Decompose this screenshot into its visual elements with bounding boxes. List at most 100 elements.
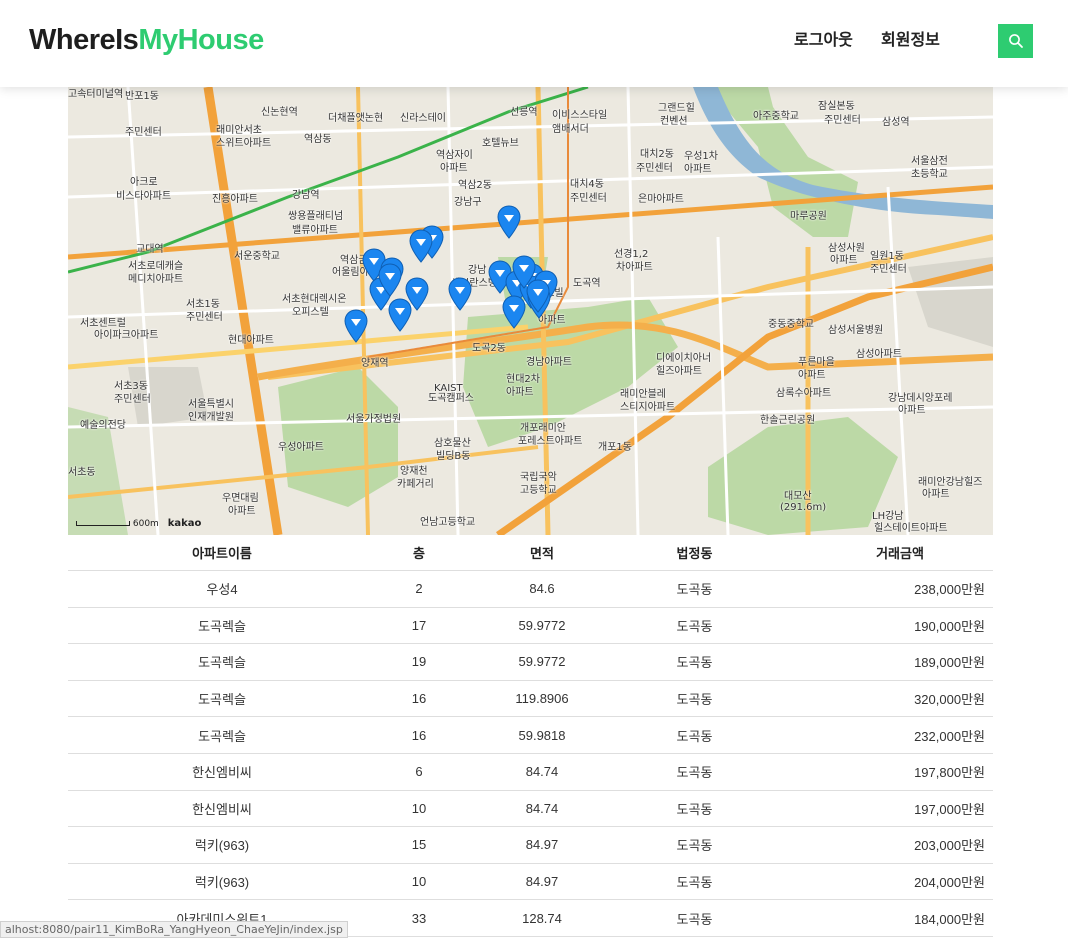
map-marker-pin-icon[interactable]	[344, 309, 368, 343]
map-place-label: 삼록수아파트	[776, 388, 832, 399]
cell-price: 238,000만원	[914, 582, 985, 598]
map-marker-pin-icon[interactable]	[388, 298, 412, 332]
map-scale: 600m kakao	[76, 518, 201, 529]
site-header: WhereIsMyHouse 로그아웃 회원정보	[0, 0, 1068, 87]
table-row[interactable]: 우성4 2 84.6 도곡동 238,000만원	[68, 571, 993, 608]
cell-dong: 도곡동	[676, 582, 713, 598]
table-row[interactable]: 럭키(963) 15 84.97 도곡동 203,000만원	[68, 827, 993, 864]
logo-text-dark: WhereIs	[29, 24, 139, 56]
map-marker-pin-icon[interactable]	[497, 205, 521, 239]
site-logo[interactable]: WhereIsMyHouse	[29, 24, 264, 57]
table-row[interactable]: 도곡렉슬 16 119.8906 도곡동 320,000만원	[68, 681, 993, 718]
cell-floor: 15	[411, 837, 427, 853]
table-row[interactable]: 한신엠비씨 6 84.74 도곡동 197,800만원	[68, 754, 993, 791]
cell-apt-name: 럭키(963)	[194, 875, 250, 891]
cell-apt-name: 한신엠비씨	[192, 765, 252, 781]
map-place-label: (291.6m)	[780, 502, 827, 513]
map-place-label: 서운중학교	[234, 251, 280, 262]
cell-price: 197,000만원	[914, 801, 985, 817]
cell-apt-name: 도곡렉슬	[198, 728, 246, 744]
map-place-label: 선경1,2	[614, 249, 649, 260]
map-place-label: 스위트아파트	[216, 138, 272, 149]
map-place-label: 더채플앳논현	[328, 113, 384, 124]
cell-dong: 도곡동	[676, 911, 713, 927]
map-place-label: 앰배서더	[552, 124, 589, 135]
cell-area: 84.6	[529, 581, 555, 597]
map-place-label: 서초현대렉시온	[282, 294, 347, 305]
map-place-label: 포레스트아파트	[518, 436, 583, 447]
map-scale-bar	[76, 521, 130, 526]
map-place-label: 디에이치아너	[656, 353, 712, 364]
map-place-label: 강남구	[454, 197, 482, 208]
table-row[interactable]: 럭키(963) 10 84.97 도곡동 204,000만원	[68, 864, 993, 901]
map-place-label: 아파트	[830, 255, 858, 266]
map-place-label: 주민센터	[570, 193, 607, 204]
cell-price: 203,000만원	[914, 838, 985, 854]
cell-floor: 10	[411, 874, 427, 890]
map-view[interactable]: 고속터미널역 반포1동 주민센터 신논현역 더채플앳논현 신라스테이 선릉역 이비스스타일 앰배…	[68, 87, 993, 535]
search-button[interactable]	[998, 24, 1033, 58]
map-place-label: 주민센터	[125, 127, 162, 138]
map-place-label: 서초3동	[114, 381, 148, 392]
map-place-label: 스티지아파트	[620, 402, 676, 413]
cell-area: 128.74	[522, 910, 562, 926]
map-place-label: 국립국악	[520, 472, 557, 483]
map-place-label: 이비스스타일	[552, 110, 608, 121]
cell-area: 59.9772	[518, 617, 566, 633]
map-place-label: 개포1동	[598, 442, 632, 453]
map-place-label: 역삼자이	[436, 150, 473, 161]
map-place-label: 경남아파트	[526, 357, 572, 368]
map-place-label: 서울특별시	[188, 399, 234, 410]
cell-dong: 도곡동	[676, 728, 713, 744]
map-marker-pin-icon[interactable]	[502, 295, 526, 329]
map-place-label: 대치4동	[570, 179, 604, 190]
map-place-label: 도곡캠퍼스	[428, 393, 474, 404]
cell-dong: 도곡동	[676, 875, 713, 891]
map-place-label: 아파트	[922, 489, 950, 500]
map-place-label: 강남데시앙포레	[888, 393, 953, 404]
map-place-label: 비스타아파트	[116, 191, 172, 202]
map-place-label: 힐스테이트아파트	[874, 523, 948, 534]
cell-apt-name: 럭키(963)	[194, 838, 250, 854]
cell-price: 232,000만원	[914, 728, 985, 744]
map-place-label: 도곡2동	[472, 343, 506, 354]
table-row[interactable]: 도곡렉슬 17 59.9772 도곡동 190,000만원	[68, 608, 993, 645]
map-place-label: 역삼동	[304, 134, 332, 145]
map-marker-pin-icon[interactable]	[448, 277, 472, 311]
map-place-label: 래미안블레	[620, 389, 666, 400]
map-place-label: 서초센트럴	[80, 318, 126, 329]
map-place-label: 진흥아파트	[212, 194, 258, 205]
map-place-label: 강남	[468, 265, 487, 276]
map-place-label: 언남고등학교	[420, 517, 476, 528]
table-row[interactable]: 한신엠비씨 10 84.74 도곡동 197,000만원	[68, 791, 993, 828]
map-place-label: 신논현역	[261, 107, 298, 118]
cell-price: 189,000만원	[914, 655, 985, 671]
map-marker-pin-icon[interactable]	[409, 229, 433, 263]
map-marker-pin-icon[interactable]	[378, 263, 402, 297]
browser-status-url: alhost:8080/pair11_KimBoRa_YangHyeon_Cha…	[0, 921, 348, 938]
map-place-label: 힐즈아파트	[656, 366, 702, 377]
map-place-label: 서울삼전	[911, 156, 948, 167]
map-place-label: 서초로데캐슬	[128, 261, 184, 272]
map-marker-pin-icon[interactable]	[512, 255, 536, 289]
table-row[interactable]: 도곡렉슬 16 59.9818 도곡동 232,000만원	[68, 717, 993, 754]
cell-apt-name: 도곡렉슬	[198, 692, 246, 708]
cell-area: 84.74	[525, 800, 559, 816]
table-body: 우성4 2 84.6 도곡동 238,000만원 도곡렉슬 17 59.9772 도곡동 190,…	[68, 571, 993, 937]
map-place-label: 대치2동	[640, 149, 674, 160]
cell-apt-name: 도곡렉슬	[198, 655, 246, 671]
map-place-label: 주민센터	[114, 394, 151, 405]
cell-price: 197,800만원	[914, 765, 985, 781]
map-place-label: 도곡역	[573, 278, 601, 289]
nav-member-info-link[interactable]: 회원정보	[881, 26, 940, 50]
map-place-label: 현대2차	[506, 374, 540, 385]
cell-apt-name: 한신엠비씨	[192, 801, 252, 817]
map-place-label: 교대역	[136, 244, 164, 255]
map-place-label: 아파트	[898, 405, 926, 416]
map-place-label: 아파트	[684, 164, 712, 175]
nav-logout-link[interactable]: 로그아웃	[794, 26, 853, 50]
cell-floor: 6	[415, 764, 423, 780]
table-row[interactable]: 도곡렉슬 19 59.9772 도곡동 189,000만원	[68, 644, 993, 681]
map-place-label: 현대아파트	[228, 335, 274, 346]
map-place-label: 양재역	[361, 358, 389, 369]
